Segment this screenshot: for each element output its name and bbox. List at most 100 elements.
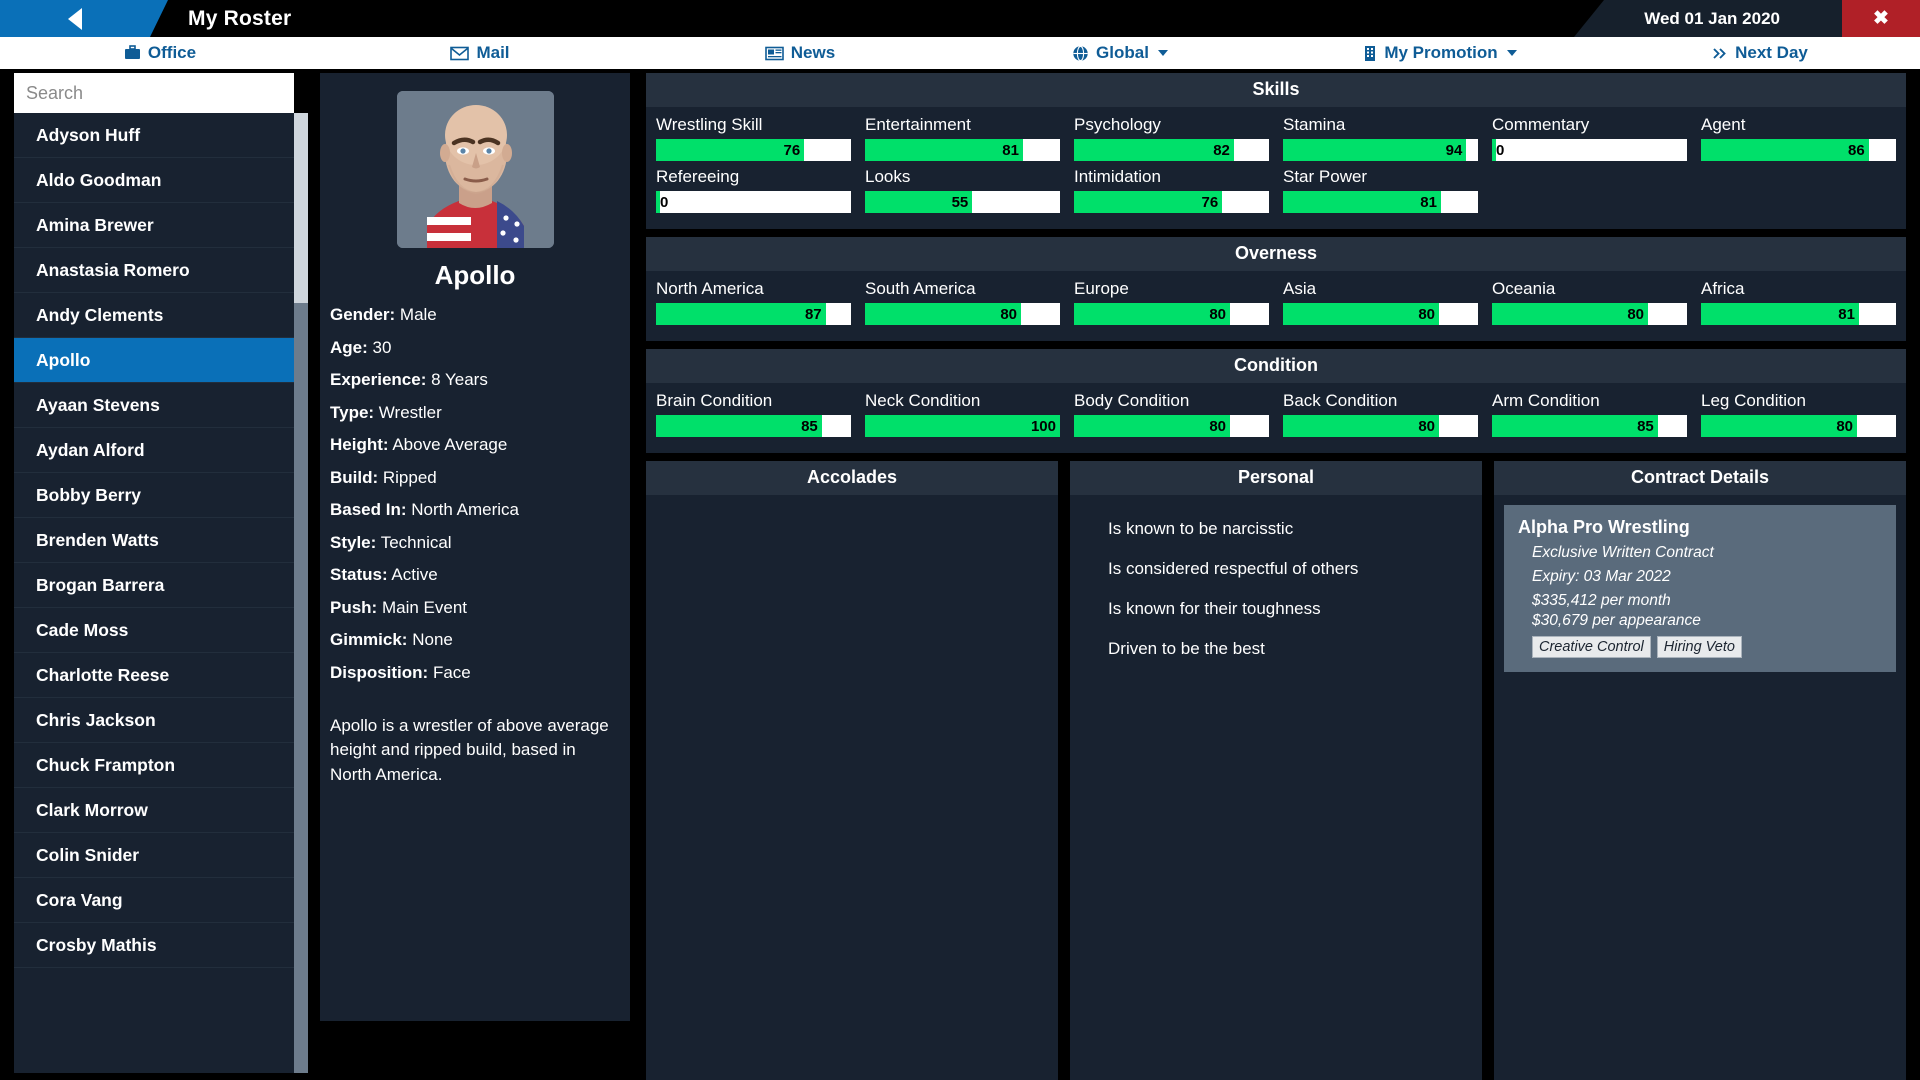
roster-item[interactable]: Charlotte Reese bbox=[14, 653, 294, 698]
roster-item[interactable]: Anastasia Romero bbox=[14, 248, 294, 293]
stat-label: Europe bbox=[1074, 279, 1129, 298]
nav-item-my-promotion[interactable]: My Promotion bbox=[1280, 37, 1600, 69]
roster-item[interactable]: Brenden Watts bbox=[14, 518, 294, 563]
skills-panel: Skills Wrestling Skill 76 Entertainment 81 P… bbox=[646, 73, 1906, 229]
stat-bar-value: 80 bbox=[1418, 305, 1435, 323]
stat-bar-fill bbox=[656, 415, 822, 437]
attribute-row: Push: Main Event bbox=[330, 598, 620, 618]
roster-item[interactable]: Apollo bbox=[14, 338, 294, 383]
roster-item[interactable]: Colin Snider bbox=[14, 833, 294, 878]
stat-label: Psychology bbox=[1074, 115, 1161, 134]
nav-label: Office bbox=[147, 43, 197, 62]
stat-bar-value: 100 bbox=[1030, 417, 1056, 435]
stat-bar: 80 bbox=[1701, 415, 1896, 437]
chevron-down-icon bbox=[1506, 50, 1517, 56]
attribute-row: Gender: Male bbox=[330, 305, 620, 325]
nav-item-next-day[interactable]: Next Day bbox=[1600, 37, 1920, 69]
roster-item[interactable]: Aldo Goodman bbox=[14, 158, 294, 203]
attribute-value: 8 Years bbox=[426, 370, 488, 390]
stat-cell: North America 87 bbox=[656, 279, 851, 331]
roster-item[interactable]: Cade Moss bbox=[14, 608, 294, 653]
newspaper-icon bbox=[764, 46, 784, 61]
roster-item[interactable]: Aydan Alford bbox=[14, 428, 294, 473]
chevron-down-icon bbox=[1157, 50, 1168, 56]
attribute-key: Status: bbox=[330, 565, 388, 585]
nav-label: Global bbox=[1096, 43, 1149, 62]
attribute-value: Face bbox=[428, 663, 471, 683]
stat-bar: 85 bbox=[1492, 415, 1687, 437]
stat-label: Back Condition bbox=[1283, 391, 1398, 410]
roster-item[interactable]: Brogan Barrera bbox=[14, 563, 294, 608]
nav-item-office[interactable]: Office bbox=[0, 37, 320, 69]
stat-bar: 80 bbox=[865, 303, 1060, 325]
attribute-value: 30 bbox=[367, 337, 392, 357]
stat-bar: 80 bbox=[1283, 303, 1478, 325]
overness-panel-title: Overness bbox=[646, 237, 1906, 271]
accolades-list bbox=[646, 495, 1058, 1080]
briefcase-icon bbox=[124, 45, 141, 61]
stat-bar: 80 bbox=[1074, 415, 1269, 437]
roster-scrollbar[interactable] bbox=[294, 113, 308, 1073]
stat-cell: Arm Condition 85 bbox=[1492, 391, 1687, 443]
roster-item[interactable]: Amina Brewer bbox=[14, 203, 294, 248]
condition-panel: Condition Brain Condition 85 Neck Conditio… bbox=[646, 349, 1906, 453]
search-input[interactable] bbox=[14, 73, 294, 113]
stat-cell: Entertainment 81 bbox=[865, 115, 1060, 167]
stat-bar-fill bbox=[865, 139, 1023, 161]
roster-item[interactable]: Crosby Mathis bbox=[14, 923, 294, 968]
skills-panel-title: Skills bbox=[646, 73, 1906, 107]
stat-bar: 0 bbox=[656, 191, 851, 213]
roster-item[interactable]: Chris Jackson bbox=[14, 698, 294, 743]
back-arrow-icon bbox=[68, 7, 82, 30]
page-title: My Roster bbox=[188, 6, 292, 30]
envelope-icon bbox=[450, 46, 470, 61]
stat-label: Neck Condition bbox=[865, 391, 981, 410]
back-button[interactable] bbox=[0, 0, 168, 37]
attribute-key: Type: bbox=[330, 402, 375, 422]
stat-bar: 80 bbox=[1074, 303, 1269, 325]
wrestler-profile-panel: Apollo Gender: Male Age: 30 Experience: 8 … bbox=[320, 73, 630, 1021]
stat-label: Star Power bbox=[1283, 167, 1368, 186]
stat-bar-value: 80 bbox=[1000, 305, 1017, 323]
roster-item[interactable]: Cora Vang bbox=[14, 878, 294, 923]
attribute-key: Experience: bbox=[330, 370, 427, 390]
stat-cell: Psychology 82 bbox=[1074, 115, 1269, 167]
stat-bar-value: 55 bbox=[951, 193, 969, 211]
roster-item[interactable]: Chuck Frampton bbox=[14, 743, 294, 788]
current-date: Wed 01 Jan 2020 bbox=[1574, 0, 1842, 37]
stat-label: Oceania bbox=[1492, 279, 1556, 298]
stat-bar-fill bbox=[656, 303, 826, 325]
roster-item[interactable]: Clark Morrow bbox=[14, 788, 294, 833]
stat-label: Looks bbox=[865, 167, 911, 186]
roster-item[interactable]: Adyson Huff bbox=[14, 113, 294, 158]
stat-cell: Intimidation 76 bbox=[1074, 167, 1269, 219]
close-button[interactable]: ✖ bbox=[1842, 0, 1920, 37]
stat-label: Refereeing bbox=[656, 167, 740, 186]
roster-scrollbar-thumb[interactable] bbox=[294, 113, 308, 303]
stat-bar-fill bbox=[1283, 191, 1441, 213]
stat-cell: Agent 86 bbox=[1701, 115, 1896, 167]
attribute-value: Above Average bbox=[388, 435, 508, 455]
nav-item-global[interactable]: Global bbox=[960, 37, 1280, 69]
stat-label: Brain Condition bbox=[656, 391, 773, 410]
nav-item-mail[interactable]: Mail bbox=[320, 37, 640, 69]
stat-cell: Oceania 80 bbox=[1492, 279, 1687, 331]
stat-bar-value: 87 bbox=[804, 305, 822, 323]
contract-type: Exclusive Written Contract bbox=[1532, 544, 1714, 561]
attribute-row: Build: Ripped bbox=[330, 468, 620, 488]
roster-item[interactable]: Ayaan Stevens bbox=[14, 383, 294, 428]
stat-bar-value: 0 bbox=[660, 193, 669, 211]
stat-label: Commentary bbox=[1492, 115, 1590, 134]
nav-label: Mail bbox=[476, 43, 510, 62]
stats-column: Skills Wrestling Skill 76 Entertainment 81 P… bbox=[646, 73, 1906, 1080]
nav-item-news[interactable]: News bbox=[640, 37, 960, 69]
stat-bar: 76 bbox=[656, 139, 851, 161]
personal-panel: Personal Is known to be narcisstic Is con… bbox=[1070, 461, 1482, 1080]
stat-bar: 81 bbox=[1701, 303, 1896, 325]
contract-appearance-pay: $30,679 per appearance bbox=[1532, 612, 1701, 629]
roster-item[interactable]: Andy Clements bbox=[14, 293, 294, 338]
attribute-value: Ripped bbox=[378, 467, 437, 487]
stat-bar-value: 94 bbox=[1445, 141, 1463, 159]
roster-item[interactable]: Bobby Berry bbox=[14, 473, 294, 518]
roster-list[interactable]: Adyson Huff Aldo Goodman Amina Brewer Anast… bbox=[14, 113, 294, 1073]
